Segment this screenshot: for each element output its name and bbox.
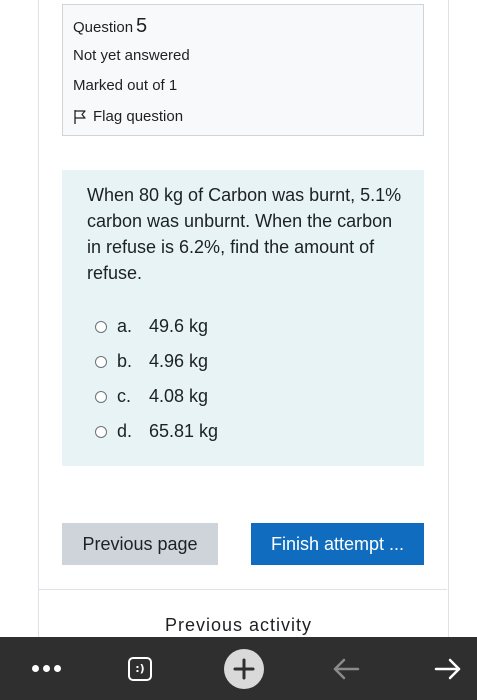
browser-bottom-bar: :) xyxy=(0,637,477,700)
question-number-value: 5 xyxy=(136,15,148,37)
answer-value: 65.81 kg xyxy=(149,421,219,441)
tab-count: :) xyxy=(128,656,152,681)
radio-a[interactable] xyxy=(95,320,107,333)
flag-question-label: Flag question xyxy=(93,108,184,125)
flag-icon xyxy=(74,109,86,124)
question-text: When 80 kg of Carbon was burnt, 5.1% car… xyxy=(87,185,402,283)
flag-question-link[interactable]: Flag question xyxy=(73,108,183,125)
forward-icon[interactable] xyxy=(430,637,466,700)
question-content: When 80 kg of Carbon was burnt, 5.1% car… xyxy=(62,170,424,466)
radio-b[interactable] xyxy=(95,355,107,368)
answer-option-d[interactable]: d. 65.81 kg xyxy=(95,421,218,442)
tabs-icon[interactable]: :) xyxy=(124,637,156,700)
back-icon[interactable] xyxy=(328,637,364,700)
answer-letter: b. xyxy=(117,351,133,371)
new-tab-icon[interactable] xyxy=(222,637,266,700)
answer-letter: c. xyxy=(117,386,132,406)
question-info-box: Question 5 Not yet answered Marked out of… xyxy=(62,4,424,136)
answer-value: 49.6 kg xyxy=(149,316,209,336)
answer-letter: d. xyxy=(117,421,133,441)
answer-option-b[interactable]: b. 4.96 kg xyxy=(95,351,208,372)
question-number: Question 5 xyxy=(73,15,147,38)
answer-value: 4.96 kg xyxy=(149,351,209,371)
finish-attempt-button[interactable]: Finish attempt ... xyxy=(251,523,424,565)
more-icon[interactable] xyxy=(26,637,66,700)
answer-value: 4.08 kg xyxy=(149,386,209,406)
question-label: Question xyxy=(73,19,134,36)
previous-page-button[interactable]: Previous page xyxy=(62,523,218,565)
radio-c[interactable] xyxy=(95,390,107,403)
answer-letter: a. xyxy=(117,316,133,336)
radio-d[interactable] xyxy=(95,425,107,438)
question-marks: Marked out of 1 xyxy=(73,77,178,94)
divider xyxy=(38,589,447,590)
answer-option-a[interactable]: a. 49.6 kg xyxy=(95,316,208,337)
previous-activity-link[interactable]: Previous activity xyxy=(0,615,477,636)
question-status: Not yet answered xyxy=(73,47,190,64)
answer-option-c[interactable]: c. 4.08 kg xyxy=(95,386,208,407)
